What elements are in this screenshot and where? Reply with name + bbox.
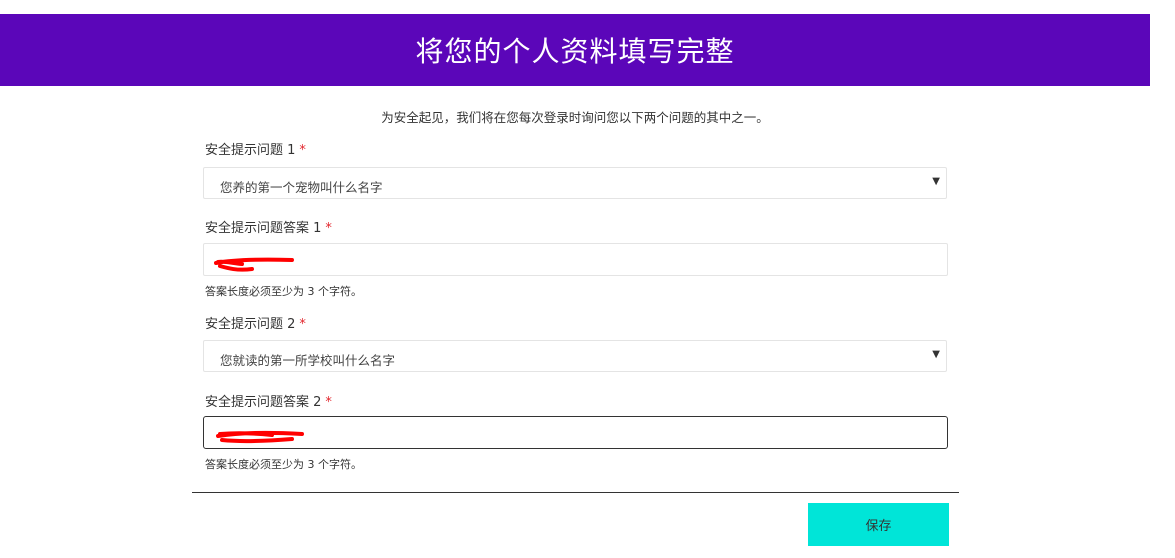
question-1-label: 安全提示问题 1 * — [205, 139, 306, 158]
intro-text: 为安全起见，我们将在您每次登录时询问您以下两个问题的其中之一。 — [381, 110, 769, 125]
required-marker: * — [299, 317, 306, 332]
answer-1-help: 答案长度必须至少为 3 个字符。 — [205, 285, 362, 298]
required-marker: * — [299, 143, 306, 158]
answer-2-input[interactable] — [203, 416, 948, 449]
page-title: 将您的个人资料填写完整 — [415, 35, 735, 68]
answer-2-label-text: 安全提示问题答案 2 — [205, 395, 322, 410]
question-2-select[interactable]: 您就读的第一所学校叫什么名字 ▼ — [203, 340, 947, 372]
caret-down-icon: ▼ — [932, 176, 940, 187]
save-button[interactable]: 保存 — [808, 503, 949, 546]
required-marker: * — [325, 395, 332, 410]
question-1-selected-value: 您养的第一个宠物叫什么名字 — [220, 180, 383, 195]
answer-1-label: 安全提示问题答案 1 * — [205, 217, 332, 236]
page-header: 将您的个人资料填写完整 — [0, 14, 1150, 86]
answer-2-help: 答案长度必须至少为 3 个字符。 — [205, 458, 362, 471]
question-2-selected-value: 您就读的第一所学校叫什么名字 — [220, 353, 396, 368]
question-2-label: 安全提示问题 2 * — [205, 313, 306, 332]
answer-1-label-text: 安全提示问题答案 1 — [205, 221, 322, 236]
redaction-scribble — [214, 257, 294, 272]
question-1-select[interactable]: 您养的第一个宠物叫什么名字 ▼ — [203, 167, 947, 199]
profile-completion-page: 将您的个人资料填写完整 为安全起见，我们将在您每次登录时询问您以下两个问题的其中… — [0, 0, 1175, 558]
caret-down-icon: ▼ — [932, 349, 940, 360]
question-1-label-text: 安全提示问题 1 — [205, 143, 296, 158]
form-divider — [192, 492, 959, 493]
answer-1-input[interactable] — [203, 243, 948, 276]
question-2-label-text: 安全提示问题 2 — [205, 317, 296, 332]
answer-2-label: 安全提示问题答案 2 * — [205, 391, 332, 410]
redaction-scribble — [216, 430, 304, 444]
required-marker: * — [325, 221, 332, 236]
